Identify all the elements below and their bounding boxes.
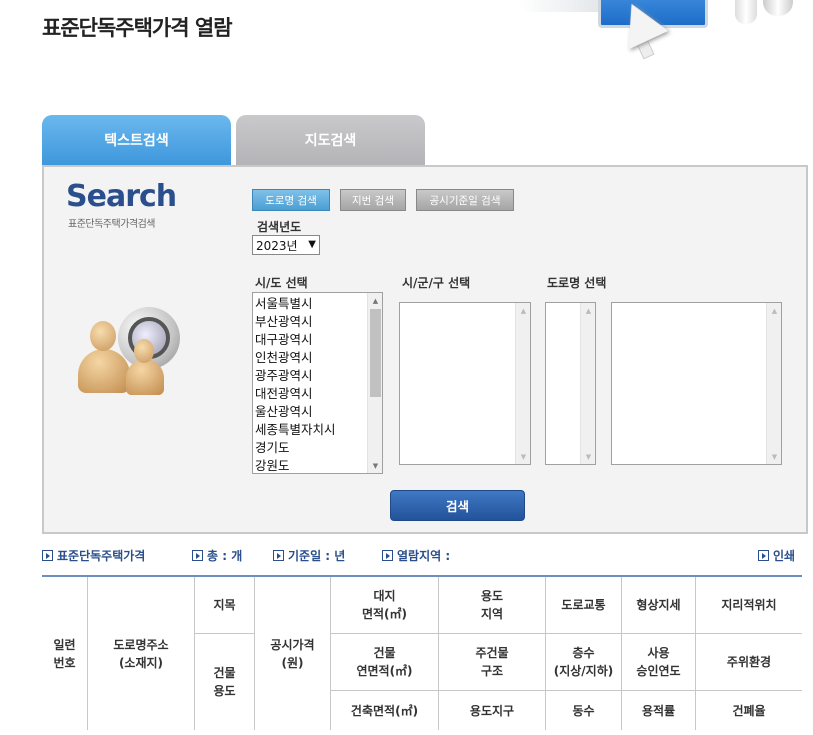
road-initial-listbox[interactable]: ▲ ▼ <box>545 302 596 465</box>
lot-number-search-button[interactable]: 지번 검색 <box>340 189 406 211</box>
header-floors: 층수 (지상/지하) <box>546 634 622 691</box>
search-logo: Search <box>66 179 177 214</box>
sigungu-listbox[interactable]: ▲ ▼ <box>399 302 531 465</box>
header-location: 지리적위치 <box>696 577 802 634</box>
header-far: 용적률 <box>622 691 696 730</box>
scroll-up-icon[interactable]: ▲ <box>767 303 781 318</box>
arrow-box-icon <box>273 550 284 561</box>
arrow-box-icon <box>192 550 203 561</box>
sido-label: 시/도 선택 <box>255 276 308 290</box>
scroll-up-icon[interactable]: ▲ <box>516 303 530 318</box>
search-logo-subtitle: 표준단독주택가격검색 <box>68 219 156 230</box>
sido-option[interactable]: 부산광역시 <box>254 313 366 331</box>
summary-total: 총 : 개 <box>192 547 242 564</box>
base-date-search-button[interactable]: 공시기준일 검색 <box>416 189 514 211</box>
header-road-access: 도로교통 <box>546 577 622 634</box>
sido-option[interactable]: 광주광역시 <box>254 367 366 385</box>
scroll-down-icon[interactable]: ▼ <box>767 449 781 464</box>
road-name-label: 도로명 선택 <box>547 276 607 290</box>
scroll-down-icon[interactable]: ▼ <box>581 449 595 464</box>
chevron-down-icon: ▼ <box>308 239 316 250</box>
monitor-illustration <box>520 0 813 70</box>
scroll-down-icon[interactable]: ▼ <box>368 458 382 473</box>
header-building-area: 건축면적(㎡) <box>331 691 439 730</box>
sido-option[interactable]: 경기도 <box>254 439 366 457</box>
sigungu-label: 시/군/구 선택 <box>402 276 471 290</box>
sido-option[interactable]: 대구광역시 <box>254 331 366 349</box>
scroll-thumb[interactable] <box>370 309 381 397</box>
sido-option[interactable]: 인천광역시 <box>254 349 366 367</box>
sido-option[interactable]: 대전광역시 <box>254 385 366 403</box>
sido-scrollbar[interactable]: ▲ ▼ <box>367 293 382 473</box>
year-label: 검색년도 <box>257 220 302 234</box>
tab-text-search[interactable]: 텍스트검색 <box>42 115 231 165</box>
road-name-scrollbar[interactable]: ▲ ▼ <box>766 303 781 464</box>
scroll-up-icon[interactable]: ▲ <box>581 303 595 318</box>
sido-options: 서울특별시 부산광역시 대구광역시 인천광역시 광주광역시 대전광역시 울산광역시 세종특별자… <box>254 295 366 473</box>
summary-region: 열람지역 : <box>382 547 450 564</box>
arrow-box-icon <box>382 550 393 561</box>
road-initial-scrollbar[interactable]: ▲ ▼ <box>580 303 595 464</box>
search-button[interactable]: 검색 <box>390 490 525 521</box>
sido-option[interactable]: 세종특별자치시 <box>254 421 366 439</box>
header-serial: 일련 번호 <box>42 577 88 730</box>
header-building-use: 건물 용도 <box>195 634 255 730</box>
year-select-value: 2023년 <box>256 238 298 253</box>
sido-option[interactable]: 울산광역시 <box>254 403 366 421</box>
header-building-count: 동수 <box>546 691 622 730</box>
header-district: 용도지구 <box>439 691 546 730</box>
people-magnifier-illustration <box>78 307 188 402</box>
arrow-box-icon <box>42 550 53 561</box>
page-root: 표준단독주택가격 열람 텍스트검색 지도검색 Search 표준단독주택가격검색… <box>0 0 813 735</box>
scroll-down-icon[interactable]: ▼ <box>516 449 530 464</box>
sigungu-scrollbar[interactable]: ▲ ▼ <box>515 303 530 464</box>
header-land-area: 대지 면적(㎡) <box>331 577 439 634</box>
scroll-up-icon[interactable]: ▲ <box>368 293 382 308</box>
road-name-search-button[interactable]: 도로명 검색 <box>252 189 330 211</box>
header-floor-area: 건물 연면적(㎡) <box>331 634 439 691</box>
header-land-category: 지목 <box>195 577 255 634</box>
header-surroundings: 주위환경 <box>696 634 802 691</box>
sido-option[interactable]: 강원도 <box>254 457 366 473</box>
page-title: 표준단독주택가격 열람 <box>42 16 233 40</box>
sido-listbox[interactable]: 서울특별시 부산광역시 대구광역시 인천광역시 광주광역시 대전광역시 울산광역시 세종특별자… <box>252 292 383 474</box>
arrow-box-icon <box>758 550 769 561</box>
print-link[interactable]: 인쇄 <box>758 547 795 564</box>
results-table-header: 일련 번호 도로명주소 (소재지) 지목 건물 용도 공시가격 (원) 대지 면적(㎡) … <box>42 575 802 730</box>
header-bcr: 건폐율 <box>696 691 802 730</box>
header-address: 도로명주소 (소재지) <box>88 577 195 730</box>
search-panel: Search 표준단독주택가격검색 도로명 검색 지번 검색 공시기준일 검색 … <box>42 165 808 534</box>
year-select[interactable]: 2023년 ▼ <box>252 235 320 255</box>
header-zoning: 용도 지역 <box>439 577 546 634</box>
tab-map-search[interactable]: 지도검색 <box>236 115 425 165</box>
summary-base-date: 기준일 : 년 <box>273 547 345 564</box>
road-name-listbox[interactable]: ▲ ▼ <box>611 302 782 465</box>
header-structure: 주건물 구조 <box>439 634 546 691</box>
summary-title: 표준단독주택가격 <box>42 547 145 564</box>
header-price: 공시가격 (원) <box>255 577 331 730</box>
header-approval-year: 사용 승인연도 <box>622 634 696 691</box>
sido-option[interactable]: 서울특별시 <box>254 295 366 313</box>
header-shape: 형상지세 <box>622 577 696 634</box>
